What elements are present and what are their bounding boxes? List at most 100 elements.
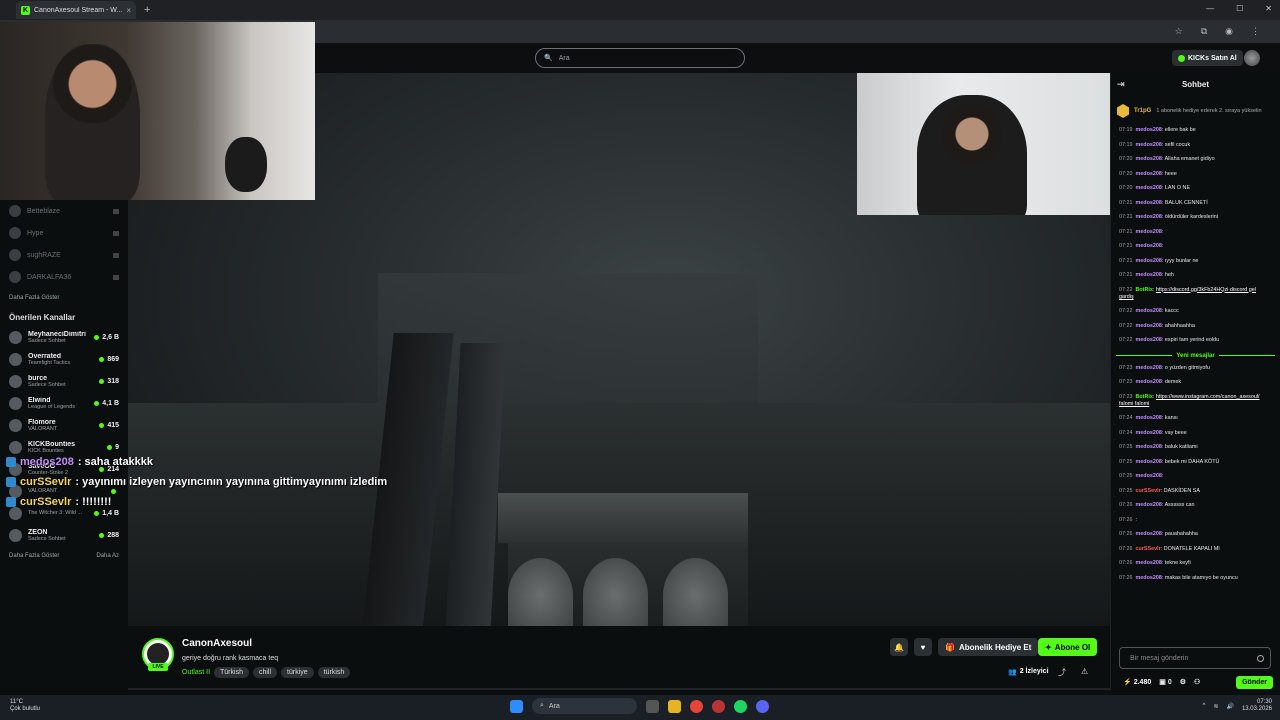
app-icon[interactable] — [712, 699, 725, 713]
overlay-message: : yayınımı izleyen yayıncının yayınına g… — [75, 476, 388, 488]
channel-name[interactable]: CanonAxesoul — [182, 638, 252, 649]
sidebar-item-recommended[interactable]: Elwind League of Legends 4,1 B — [0, 392, 128, 414]
close-window-icon[interactable]: ✕ — [1265, 4, 1272, 13]
sidebar-item-recommended[interactable]: Overrated Teamfight Tactics 869 — [0, 348, 128, 370]
message-username[interactable]: medos208 — [1136, 185, 1162, 191]
message-username[interactable]: medos208 — [1136, 365, 1162, 371]
message-username[interactable]: BotRix — [1136, 394, 1153, 400]
message-username[interactable]: medos208 — [1136, 229, 1162, 235]
sidebar-followed-item[interactable]: sughRAZE — [0, 244, 128, 266]
message-username[interactable]: medos208 — [1136, 308, 1162, 314]
tag-chip[interactable]: türkish — [317, 667, 351, 678]
task-view-icon[interactable] — [646, 699, 659, 713]
message-username[interactable]: curSSevlr — [1136, 546, 1161, 552]
message-username[interactable]: curSSevlr — [1136, 488, 1161, 494]
category-link[interactable]: Outlast II — [182, 669, 210, 676]
follow-heart-button[interactable]: ♥ — [914, 638, 932, 656]
show-less-link[interactable]: Daha Az — [96, 553, 119, 559]
message-username[interactable]: medos208 — [1136, 430, 1162, 436]
show-more-link-2[interactable]: Daha Fazla Göster — [9, 553, 59, 559]
tray-chevron-icon[interactable]: ^ — [1203, 703, 1206, 709]
new-messages-divider: Yeni mesajlar — [1116, 350, 1276, 362]
message-username[interactable]: medos208 — [1136, 323, 1162, 329]
spotify-icon[interactable] — [734, 699, 747, 713]
send-button[interactable]: Gönder — [1236, 675, 1273, 689]
weather-widget[interactable]: 11°C Çok bulutlu — [10, 699, 40, 713]
maximize-icon[interactable]: ☐ — [1236, 4, 1243, 13]
report-icon[interactable]: ⚠ — [1081, 667, 1088, 676]
discord-icon[interactable] — [756, 699, 769, 713]
message-username[interactable]: medos208 — [1136, 243, 1162, 249]
bookmark-star-icon[interactable]: ☆ — [1175, 26, 1183, 37]
new-tab-button[interactable]: + — [144, 4, 150, 16]
sidebar-item-recommended[interactable]: ZEON Sadece Sohbet 288 — [0, 524, 128, 546]
message-username[interactable]: medos208 — [1136, 127, 1162, 133]
sidebar-followed-item[interactable]: DARKALFA36 — [0, 266, 128, 288]
emoji-icon[interactable] — [1257, 654, 1264, 662]
colon: : — [1161, 243, 1164, 249]
file-explorer-icon[interactable] — [668, 699, 681, 713]
close-tab-icon[interactable]: × — [126, 6, 131, 15]
tag-chip[interactable]: türkiye — [281, 667, 314, 678]
chrome-icon[interactable] — [690, 699, 703, 713]
message-username[interactable]: medos208 — [1136, 337, 1162, 343]
message-username[interactable]: medos208 — [1136, 142, 1162, 148]
message-username[interactable]: medos208 — [1136, 575, 1162, 581]
extensions-icon[interactable]: ⧉ — [1201, 26, 1207, 37]
message-username[interactable]: medos208 — [1136, 214, 1162, 220]
message-username[interactable]: medos208 — [1136, 258, 1162, 264]
menu-icon[interactable]: ⋮ — [1251, 26, 1260, 37]
message-username[interactable]: medos208 — [1136, 459, 1162, 465]
show-more-link[interactable]: Daha Fazla Göster — [0, 288, 128, 308]
wifi-icon[interactable]: ≋ — [1213, 703, 1218, 710]
buy-kicks-button[interactable]: KICKs Satın Al — [1172, 50, 1243, 66]
message-username[interactable]: medos208 — [1136, 272, 1162, 278]
gift-sub-button[interactable]: 🎁 Abonelik Hediye Et — [938, 638, 1039, 656]
chat-footer: 2.480 ▣ 0 ⚙ ⚇ Gönder — [1123, 675, 1273, 689]
tag-chip[interactable]: Türkish — [214, 667, 249, 678]
video-frame-cart — [498, 493, 748, 543]
message-username[interactable]: medos208 — [1136, 200, 1162, 206]
chat-input[interactable]: Bir mesaj gönderin — [1119, 647, 1271, 669]
message-username[interactable]: medos208 — [1136, 502, 1162, 508]
message-username[interactable]: medos208 — [1136, 531, 1162, 537]
tag-chip[interactable]: chill — [252, 667, 278, 678]
message-username[interactable]: medos208 — [1136, 473, 1162, 479]
volume-icon[interactable]: 🔊 — [1226, 703, 1233, 710]
browser-tab[interactable]: K CanonAxesoul Stream - W... × — [16, 1, 136, 19]
settings-icon[interactable]: ⚙ — [1180, 678, 1186, 686]
share-icon[interactable]: ⤴ — [1058, 667, 1066, 678]
subscribe-button[interactable]: ✦ Abone Ol — [1038, 638, 1098, 656]
message-time: 07:21 — [1119, 243, 1133, 249]
channel-points[interactable]: 2.480 — [1123, 678, 1152, 686]
message-username[interactable]: medos208 — [1136, 444, 1162, 450]
live-badge: LIVE — [148, 663, 168, 671]
sidebar-followed-item[interactable]: Hype — [0, 222, 128, 244]
message-username[interactable]: medos208 — [1136, 560, 1162, 566]
channel-category: Sadece Sohbet — [28, 337, 66, 344]
taskbar-search[interactable]: ⌕ Ara — [532, 698, 637, 714]
sidebar-item-recommended[interactable]: burce Sadece Sohbet 318 — [0, 370, 128, 392]
clock[interactable]: 07:30 13.03.2026 — [1242, 699, 1272, 713]
minimize-icon[interactable]: — — [1206, 4, 1214, 13]
profile-icon[interactable]: ◉ — [1225, 26, 1233, 37]
notification-bell-button[interactable]: 🔔 — [890, 638, 908, 656]
page-scrollbar[interactable] — [128, 688, 1110, 690]
collapse-chat-icon[interactable]: ⇥ — [1117, 79, 1125, 90]
message-time: 07:20 — [1119, 156, 1133, 162]
sidebar-item-recommended[interactable]: Flomore VALORANT 415 — [0, 414, 128, 436]
windows-start-icon[interactable] — [510, 699, 523, 713]
users-icon[interactable]: ⚇ — [1194, 678, 1200, 686]
search-input[interactable]: 🔍 Ara — [535, 48, 745, 68]
message-username[interactable]: medos208 — [1136, 156, 1162, 162]
message-username[interactable]: BotRix — [1136, 287, 1153, 293]
drops-count[interactable]: ▣ 0 — [1159, 678, 1171, 686]
message-username[interactable]: medos208 — [1136, 379, 1162, 385]
pinned-leaderboard[interactable]: Tr1pG 1 abonelik hediye ederek 2. sıraya… — [1117, 99, 1274, 123]
message-username[interactable]: medos208 — [1136, 415, 1162, 421]
channel-info: MeyhaneciDimitri Sadece Sohbet — [28, 331, 88, 344]
user-avatar[interactable] — [1244, 50, 1260, 66]
sidebar-followed-item[interactable]: Betteblaze — [0, 200, 128, 222]
sidebar-item-recommended[interactable]: MeyhaneciDimitri Sadece Sohbet 2,6 B — [0, 326, 128, 348]
message-username[interactable]: medos208 — [1136, 171, 1162, 177]
